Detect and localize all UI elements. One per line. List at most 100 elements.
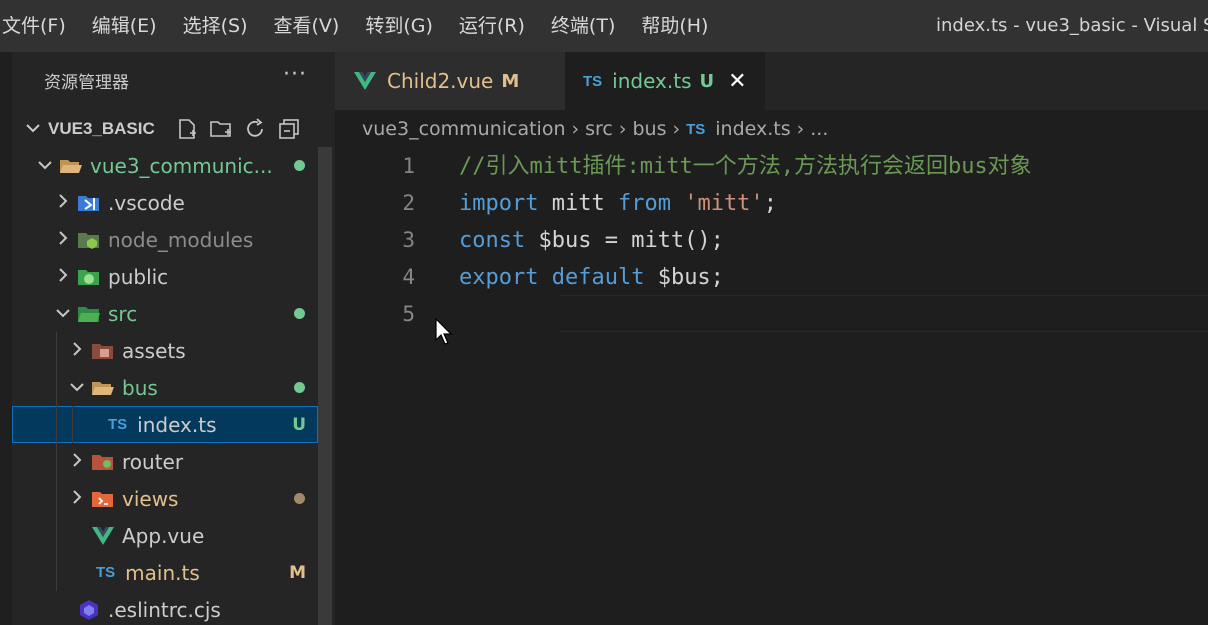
breadcrumb-item[interactable]: index.ts: [715, 118, 790, 140]
indent-guide: [56, 369, 57, 406]
views-folder-icon: [90, 488, 116, 510]
workspace-root-label: VUE3_BASIC: [48, 119, 155, 138]
tree-item-vscode[interactable]: .vscode: [12, 184, 318, 221]
tree-item-index-ts[interactable]: TS index.ts U: [12, 406, 318, 443]
code-text: export default $bus;: [459, 259, 724, 296]
tree-item-label: App.vue: [122, 523, 205, 548]
chevron-right-icon: ›: [571, 118, 580, 140]
breadcrumb-item[interactable]: vue3_communication: [362, 118, 566, 140]
typescript-file-icon: TS: [96, 564, 116, 581]
workspace-root[interactable]: VUE3_BASIC: [12, 112, 332, 146]
tree-item-label: node_modules: [108, 227, 254, 252]
code-token: $bus = mitt();: [525, 228, 724, 253]
collapse-all-icon[interactable]: [277, 117, 301, 141]
code-token: ;: [763, 191, 777, 216]
title-bar: 文件(F) 编辑(E) 选择(S) 查看(V) 转到(G) 运行(R) 终端(T…: [0, 0, 1208, 52]
line-number: 3: [402, 228, 415, 252]
tab-git-badge: U: [699, 70, 715, 92]
tree-item-src[interactable]: src: [12, 295, 318, 332]
tree-item-label: src: [108, 301, 138, 326]
menu-go[interactable]: 转到(G): [352, 0, 446, 52]
status-dot: [294, 493, 305, 504]
menu-bar: 文件(F) 编辑(E) 选择(S) 查看(V) 转到(G) 运行(R) 终端(T…: [0, 0, 721, 52]
menu-edit[interactable]: 编辑(E): [79, 0, 170, 52]
folder-open-icon: [58, 155, 84, 177]
refresh-icon[interactable]: [243, 117, 267, 141]
code-line[interactable]: 5: [335, 296, 1208, 333]
window-title: index.ts - vue3_basic - Visual S: [936, 15, 1208, 36]
indent-guide: [56, 517, 57, 554]
explorer-actions: [175, 117, 301, 141]
code-line[interactable]: 4 export default $bus;: [335, 259, 1208, 296]
tree-item-label: index.ts: [137, 412, 217, 437]
sidebar-scrollbar[interactable]: [318, 147, 332, 625]
breadcrumb: vue3_communication › src › bus › TS inde…: [335, 110, 1208, 148]
tree-item-vue3-communication[interactable]: vue3_communic...: [12, 147, 318, 184]
code-line[interactable]: 2 import mitt from 'mitt';: [335, 185, 1208, 222]
tree-item-router[interactable]: router: [12, 443, 318, 480]
code-token: const: [459, 228, 526, 253]
menu-run[interactable]: 运行(R): [446, 0, 538, 52]
tree-item-views[interactable]: views: [12, 480, 318, 517]
breadcrumb-item[interactable]: ...: [810, 118, 828, 140]
chevron-down-icon: [54, 306, 72, 322]
tree-item-label: views: [122, 486, 179, 511]
chevron-down-icon: [20, 121, 46, 137]
tab-index-ts[interactable]: TS index.ts U ✕: [565, 52, 765, 110]
tree-item-main-ts[interactable]: TS main.ts M: [12, 554, 318, 591]
new-folder-icon[interactable]: [209, 117, 233, 141]
tab-label: index.ts: [612, 69, 692, 93]
code-line[interactable]: 1 //引入mitt插件:mitt一个方法,方法执行会返回bus对象: [335, 148, 1208, 185]
line-number: 2: [402, 191, 415, 215]
tree-item-label: main.ts: [125, 560, 200, 585]
code-line[interactable]: 3 const $bus = mitt();: [335, 222, 1208, 259]
new-file-icon[interactable]: [175, 117, 199, 141]
chevron-right-icon: [68, 341, 86, 360]
code-token: mitt: [538, 191, 618, 216]
tree-item-label: .vscode: [108, 190, 185, 215]
tab-child2-vue[interactable]: Child2.vue M: [335, 52, 565, 110]
chevron-down-icon: [36, 158, 54, 174]
tree-item-eslintrc[interactable]: .eslintrc.cjs: [12, 591, 318, 625]
node-folder-icon: [76, 229, 102, 251]
tree-item-label: vue3_communic...: [90, 153, 273, 178]
menu-file[interactable]: 文件(F): [0, 0, 79, 52]
explorer-sidebar: 资源管理器 ··· VUE3_BASIC vue3_communic... .v…: [0, 52, 335, 625]
vscode-folder-icon: [76, 192, 102, 214]
tree-item-assets[interactable]: assets: [12, 332, 318, 369]
tree-item-node-modules[interactable]: node_modules: [12, 221, 318, 258]
assets-folder-icon: [90, 340, 116, 362]
line-number: 1: [402, 154, 415, 178]
status-dot: [294, 382, 305, 393]
router-folder-icon: [90, 451, 116, 473]
code-text: const $bus = mitt();: [459, 222, 724, 259]
menu-help[interactable]: 帮助(H): [628, 0, 721, 52]
file-tree: vue3_communic... .vscode node_modules pu…: [12, 147, 318, 625]
tree-item-app-vue[interactable]: App.vue: [12, 517, 318, 554]
explorer-title: 资源管理器: [44, 73, 129, 93]
tree-item-public[interactable]: public: [12, 258, 318, 295]
menu-terminal[interactable]: 终端(T): [538, 0, 628, 52]
typescript-file-icon: TS: [686, 120, 706, 138]
menu-view[interactable]: 查看(V): [261, 0, 353, 52]
tree-item-label: assets: [122, 338, 186, 363]
folder-open-icon: [90, 377, 116, 399]
tab-label: Child2.vue: [387, 69, 494, 93]
line-number: 5: [402, 302, 415, 326]
code-editor[interactable]: 1 //引入mitt插件:mitt一个方法,方法执行会返回bus对象 2 import…: [335, 148, 1208, 625]
more-actions-icon[interactable]: ···: [283, 62, 307, 87]
code-token: //引入mitt插件:mitt一个方法,方法执行会返回bus对象: [459, 154, 1032, 179]
code-token: import: [459, 191, 539, 216]
menu-selection[interactable]: 选择(S): [170, 0, 261, 52]
indent-guide: [56, 554, 57, 591]
breadcrumb-item[interactable]: src: [585, 118, 613, 140]
editor-tabs: Child2.vue M TS index.ts U ✕: [335, 52, 1208, 110]
breadcrumb-item[interactable]: bus: [632, 118, 666, 140]
code-text: import mitt from 'mitt';: [459, 185, 777, 222]
tree-item-bus[interactable]: bus: [12, 369, 318, 406]
chevron-right-icon: ›: [796, 118, 805, 140]
tree-item-label: .eslintrc.cjs: [108, 597, 221, 622]
close-icon[interactable]: ✕: [728, 69, 746, 94]
